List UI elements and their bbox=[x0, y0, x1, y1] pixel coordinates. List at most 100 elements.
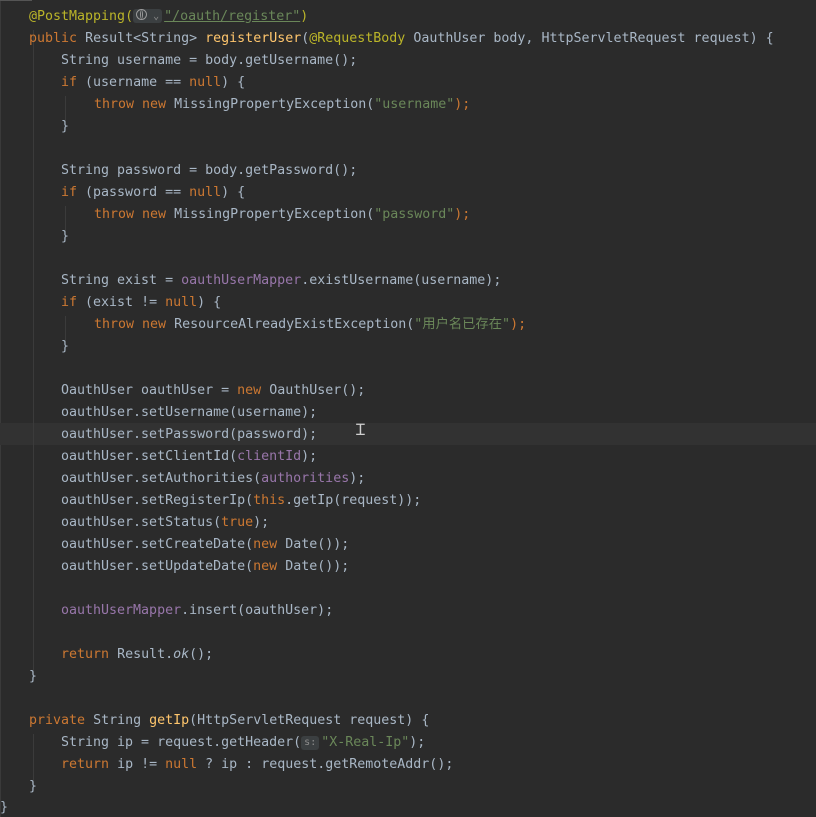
code-line[interactable]: OauthUser oauthUser = new OauthUser(); bbox=[61, 380, 365, 402]
code-line[interactable]: oauthUser.setUsername(username); bbox=[61, 402, 317, 424]
brace-token: } bbox=[61, 229, 70, 244]
expr-token: (password == bbox=[85, 185, 182, 200]
code-line[interactable]: } bbox=[0, 797, 8, 817]
editor-top-rule bbox=[0, 0, 32, 1]
expr-token: MissingPropertyException( bbox=[174, 207, 375, 222]
indent-guide bbox=[33, 30, 34, 677]
statement-token: OauthUser oauthUser = bbox=[61, 383, 230, 398]
code-line[interactable]: } bbox=[29, 776, 37, 798]
statement-token: OauthUser(); bbox=[269, 383, 366, 398]
code-line[interactable]: } bbox=[61, 226, 69, 248]
code-line[interactable]: oauthUser.setCreateDate(new Date()); bbox=[61, 534, 349, 556]
statement-token: .getIp(request)); bbox=[285, 493, 422, 508]
statement-token: ); bbox=[301, 449, 318, 464]
type-token: Result<String> bbox=[85, 31, 198, 46]
code-line[interactable]: return ip != null ? ip : request.getRemo… bbox=[61, 754, 453, 776]
field-token: clientId bbox=[237, 449, 302, 464]
statement-token: oauthUser.setRegisterIp( bbox=[61, 493, 254, 508]
brace-token: } bbox=[61, 119, 70, 134]
url-string-token[interactable]: "/oauth/register" bbox=[164, 9, 300, 24]
code-line[interactable]: if (exist != null) { bbox=[61, 292, 221, 314]
code-editor[interactable]: @PostMapping( ⌄ "/oauth/register") public… bbox=[0, 0, 816, 817]
keyword-token: new bbox=[253, 537, 278, 552]
code-line[interactable]: oauthUser.setUpdateDate(new Date()); bbox=[61, 556, 349, 578]
keyword-token: null bbox=[165, 757, 198, 772]
param-token: (HttpServletRequest request) { bbox=[189, 713, 430, 728]
param-token: HttpServletRequest request) { bbox=[541, 31, 774, 46]
expr-token: ip != bbox=[117, 757, 158, 772]
code-line[interactable]: } bbox=[29, 666, 37, 688]
statement-token: (); bbox=[189, 647, 214, 662]
brace-token: } bbox=[29, 779, 38, 794]
annotation-token: @PostMapping( bbox=[29, 9, 134, 24]
keyword-token: throw bbox=[94, 97, 135, 112]
code-line[interactable]: oauthUser.setAuthorities(authorities); bbox=[61, 468, 365, 490]
string-token: "password" bbox=[374, 207, 455, 222]
globe-icon bbox=[136, 9, 148, 20]
code-line[interactable]: oauthUser.setRegisterIp(this.getIp(reque… bbox=[61, 490, 421, 512]
keyword-token: if bbox=[61, 295, 78, 310]
statement-token: oauthUser.setUsername(username); bbox=[61, 405, 318, 420]
expr-token: (username == bbox=[85, 75, 182, 90]
code-line[interactable]: return Result.ok(); bbox=[61, 644, 213, 666]
code-line-annotation[interactable]: @PostMapping( ⌄ "/oauth/register") bbox=[29, 6, 308, 28]
code-line[interactable]: if (password == null) { bbox=[61, 182, 245, 204]
expr-token: ResourceAlreadyExistException( bbox=[174, 317, 415, 332]
keyword-token: null bbox=[165, 295, 198, 310]
code-line-method-signature[interactable]: private String getIp(HttpServletRequest … bbox=[29, 710, 429, 732]
brace-token: } bbox=[0, 800, 9, 815]
statement-token: oauthUser.setStatus( bbox=[61, 515, 222, 530]
statement-token: oauthUser.setPassword(password); bbox=[61, 427, 318, 442]
keyword-token: new bbox=[142, 97, 167, 112]
keyword-token: public bbox=[29, 31, 78, 46]
code-line[interactable]: } bbox=[61, 116, 69, 138]
expr-token: ); bbox=[510, 317, 527, 332]
keyword-token: true bbox=[221, 515, 254, 530]
code-line[interactable]: throw new ResourceAlreadyExistException(… bbox=[94, 314, 526, 336]
keyword-token: throw bbox=[94, 207, 135, 222]
code-line[interactable]: throw new MissingPropertyException("pass… bbox=[94, 204, 470, 226]
text-cursor-icon: Ɪ bbox=[356, 420, 365, 439]
code-line[interactable]: throw new MissingPropertyException("user… bbox=[94, 94, 470, 116]
statement-token: Result. bbox=[117, 647, 174, 662]
expr-token: ) { bbox=[197, 295, 222, 310]
string-token: "username" bbox=[374, 97, 455, 112]
statement-token: .insert(oauthUser); bbox=[181, 603, 334, 618]
brace-token: } bbox=[61, 339, 70, 354]
keyword-token: return bbox=[61, 647, 110, 662]
statement-token: oauthUser.setUpdateDate( bbox=[61, 559, 254, 574]
code-line[interactable]: String password = body.getPassword(); bbox=[61, 160, 357, 182]
code-line[interactable]: oauthUser.setClientId(clientId); bbox=[61, 446, 317, 468]
code-line[interactable]: if (username == null) { bbox=[61, 72, 245, 94]
keyword-token: new bbox=[237, 383, 262, 398]
statement-token: oauthUser.setCreateDate( bbox=[61, 537, 254, 552]
statement-token: oauthUser.setAuthorities( bbox=[61, 471, 262, 486]
statement-token: ); bbox=[409, 735, 426, 750]
code-line-current[interactable]: oauthUser.setPassword(password); bbox=[61, 424, 317, 446]
code-line[interactable]: String username = body.getUsername(); bbox=[61, 50, 357, 72]
expr-token: ) { bbox=[221, 75, 246, 90]
statement-token: Date()); bbox=[285, 537, 350, 552]
parameter-name-hint: s: bbox=[301, 736, 320, 750]
statement-token: String password = body.getPassword(); bbox=[61, 163, 358, 178]
keyword-token: throw bbox=[94, 317, 135, 332]
code-line[interactable]: String exist = oauthUserMapper.existUser… bbox=[61, 270, 501, 292]
param-token: OauthUser body, bbox=[413, 31, 534, 46]
method-name-token: registerUser bbox=[205, 31, 302, 46]
keyword-token: private bbox=[29, 713, 86, 728]
field-token: oauthUserMapper bbox=[181, 273, 302, 288]
code-line[interactable]: } bbox=[61, 336, 69, 358]
static-method-token: ok bbox=[173, 647, 190, 662]
brace-token: } bbox=[29, 669, 38, 684]
statement-token: String exist = bbox=[61, 273, 174, 288]
code-line[interactable]: oauthUser.setStatus(true); bbox=[61, 512, 269, 534]
code-line[interactable]: String ip = request.getHeader(s: "X-Real-… bbox=[61, 732, 425, 754]
field-token: oauthUserMapper bbox=[61, 603, 182, 618]
statement-token: ); bbox=[253, 515, 270, 530]
code-line-method-signature[interactable]: public Result<String> registerUser(@Requ… bbox=[29, 28, 774, 50]
keyword-token: null bbox=[189, 185, 222, 200]
method-name-token: getIp bbox=[149, 713, 190, 728]
expr-token: ? ip : request.getRemoteAddr(); bbox=[205, 757, 454, 772]
url-hint[interactable]: ⌄ bbox=[133, 9, 163, 23]
code-line[interactable]: oauthUserMapper.insert(oauthUser); bbox=[61, 600, 333, 622]
